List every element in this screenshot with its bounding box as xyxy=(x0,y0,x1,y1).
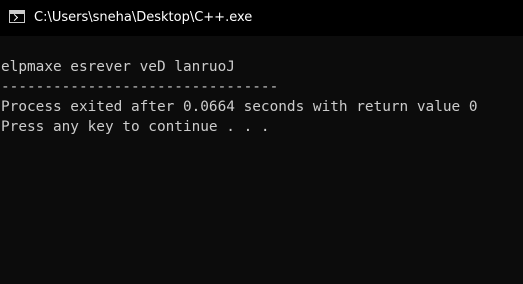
console-line-program-output: elpmaxe esrever veD lanruoJ xyxy=(1,59,235,75)
console-icon[interactable] xyxy=(9,10,25,23)
console-line-separator: -------------------------------- xyxy=(1,79,279,95)
console-line-process-exit: Process exited after 0.0664 seconds with… xyxy=(1,99,478,115)
title-bar[interactable]: C:\Users\sneha\Desktop\C++.exe xyxy=(0,0,523,36)
window-title: C:\Users\sneha\Desktop\C++.exe xyxy=(34,10,253,25)
console-output[interactable]: elpmaxe esrever veD lanruoJ ------------… xyxy=(0,57,523,137)
console-window: C:\Users\sneha\Desktop\C++.exe elpmaxe e… xyxy=(0,0,523,284)
console-line-continue-prompt: Press any key to continue . . . xyxy=(1,119,270,135)
